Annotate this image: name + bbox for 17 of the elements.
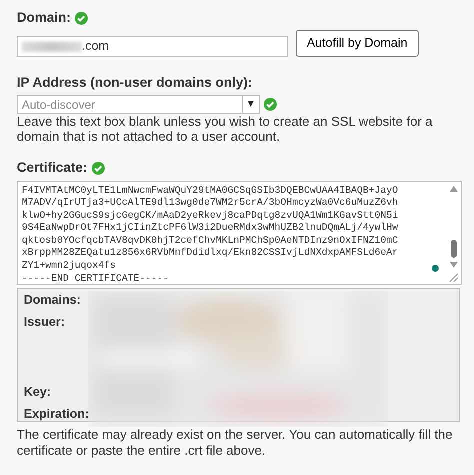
scroll-down-icon[interactable]: [450, 262, 458, 268]
detail-label: Domains:: [24, 292, 82, 308]
autofill-button[interactable]: Autofill by Domain: [296, 30, 419, 57]
field-label: Certificate:: [17, 159, 88, 178]
field-label: Domain:: [17, 9, 71, 27]
resize-grip-icon[interactable]: [449, 272, 458, 282]
help-text: Leave this text box blank unless you wish to create an SSL website for a domain that is not attached to a user account.: [17, 114, 434, 144]
scrollbar-thumb[interactable]: [450, 240, 456, 258]
detail-label: Key:: [24, 384, 52, 401]
scroll-up-icon[interactable]: [450, 186, 458, 192]
status-dot-icon: [432, 264, 439, 272]
certificate-textarea[interactable]: F4IVMTAtMC0yLTE1LmNwcmFwaWQuY29tMA0GCSqGSIb3DQEBCwUAA4IBAQB+JayO M7ADV/qIrUTja3+UCcAlTE9dl13wg0de7WM2r5crA/3bOHmcyzWa0Vc6uMuzZ6vh klwO+hy2GGucS9sjcGegCK/mAaD2yeRkevj8caPDqtg8zvUQA1Wm1KGavStt0N5i 9S4EaNwpDrOt7FHx1jCIinZtcPF6lW3i2DueRMdx3wMhUZB2lnuDQmALj/4ywlHw qktosb0YOcfqcbTAV8qvDK0hjT2cefChvMKLnPMChSp0AeNTDInz9nOxIFNZ10mC xBrppMM28ZEQatu1z856x6RVbMnfDdidlxq/Ekn82CSSIvjLdNXdxpAMFSLd6eAr ZY1+wmn2juqox4fs -----END CERTIFICATE-----: [17, 180, 462, 284]
domain-field[interactable]: .com: [17, 36, 288, 57]
help-text: The certificate may already exist on the server. You can automatically fill the certificate or paste the entire .crt file above.: [17, 426, 454, 458]
detail-label: Expiration:: [24, 406, 88, 423]
field-label: IP Address (non-user domains only):: [17, 74, 253, 92]
detail-label: Issuer:: [24, 314, 66, 330]
